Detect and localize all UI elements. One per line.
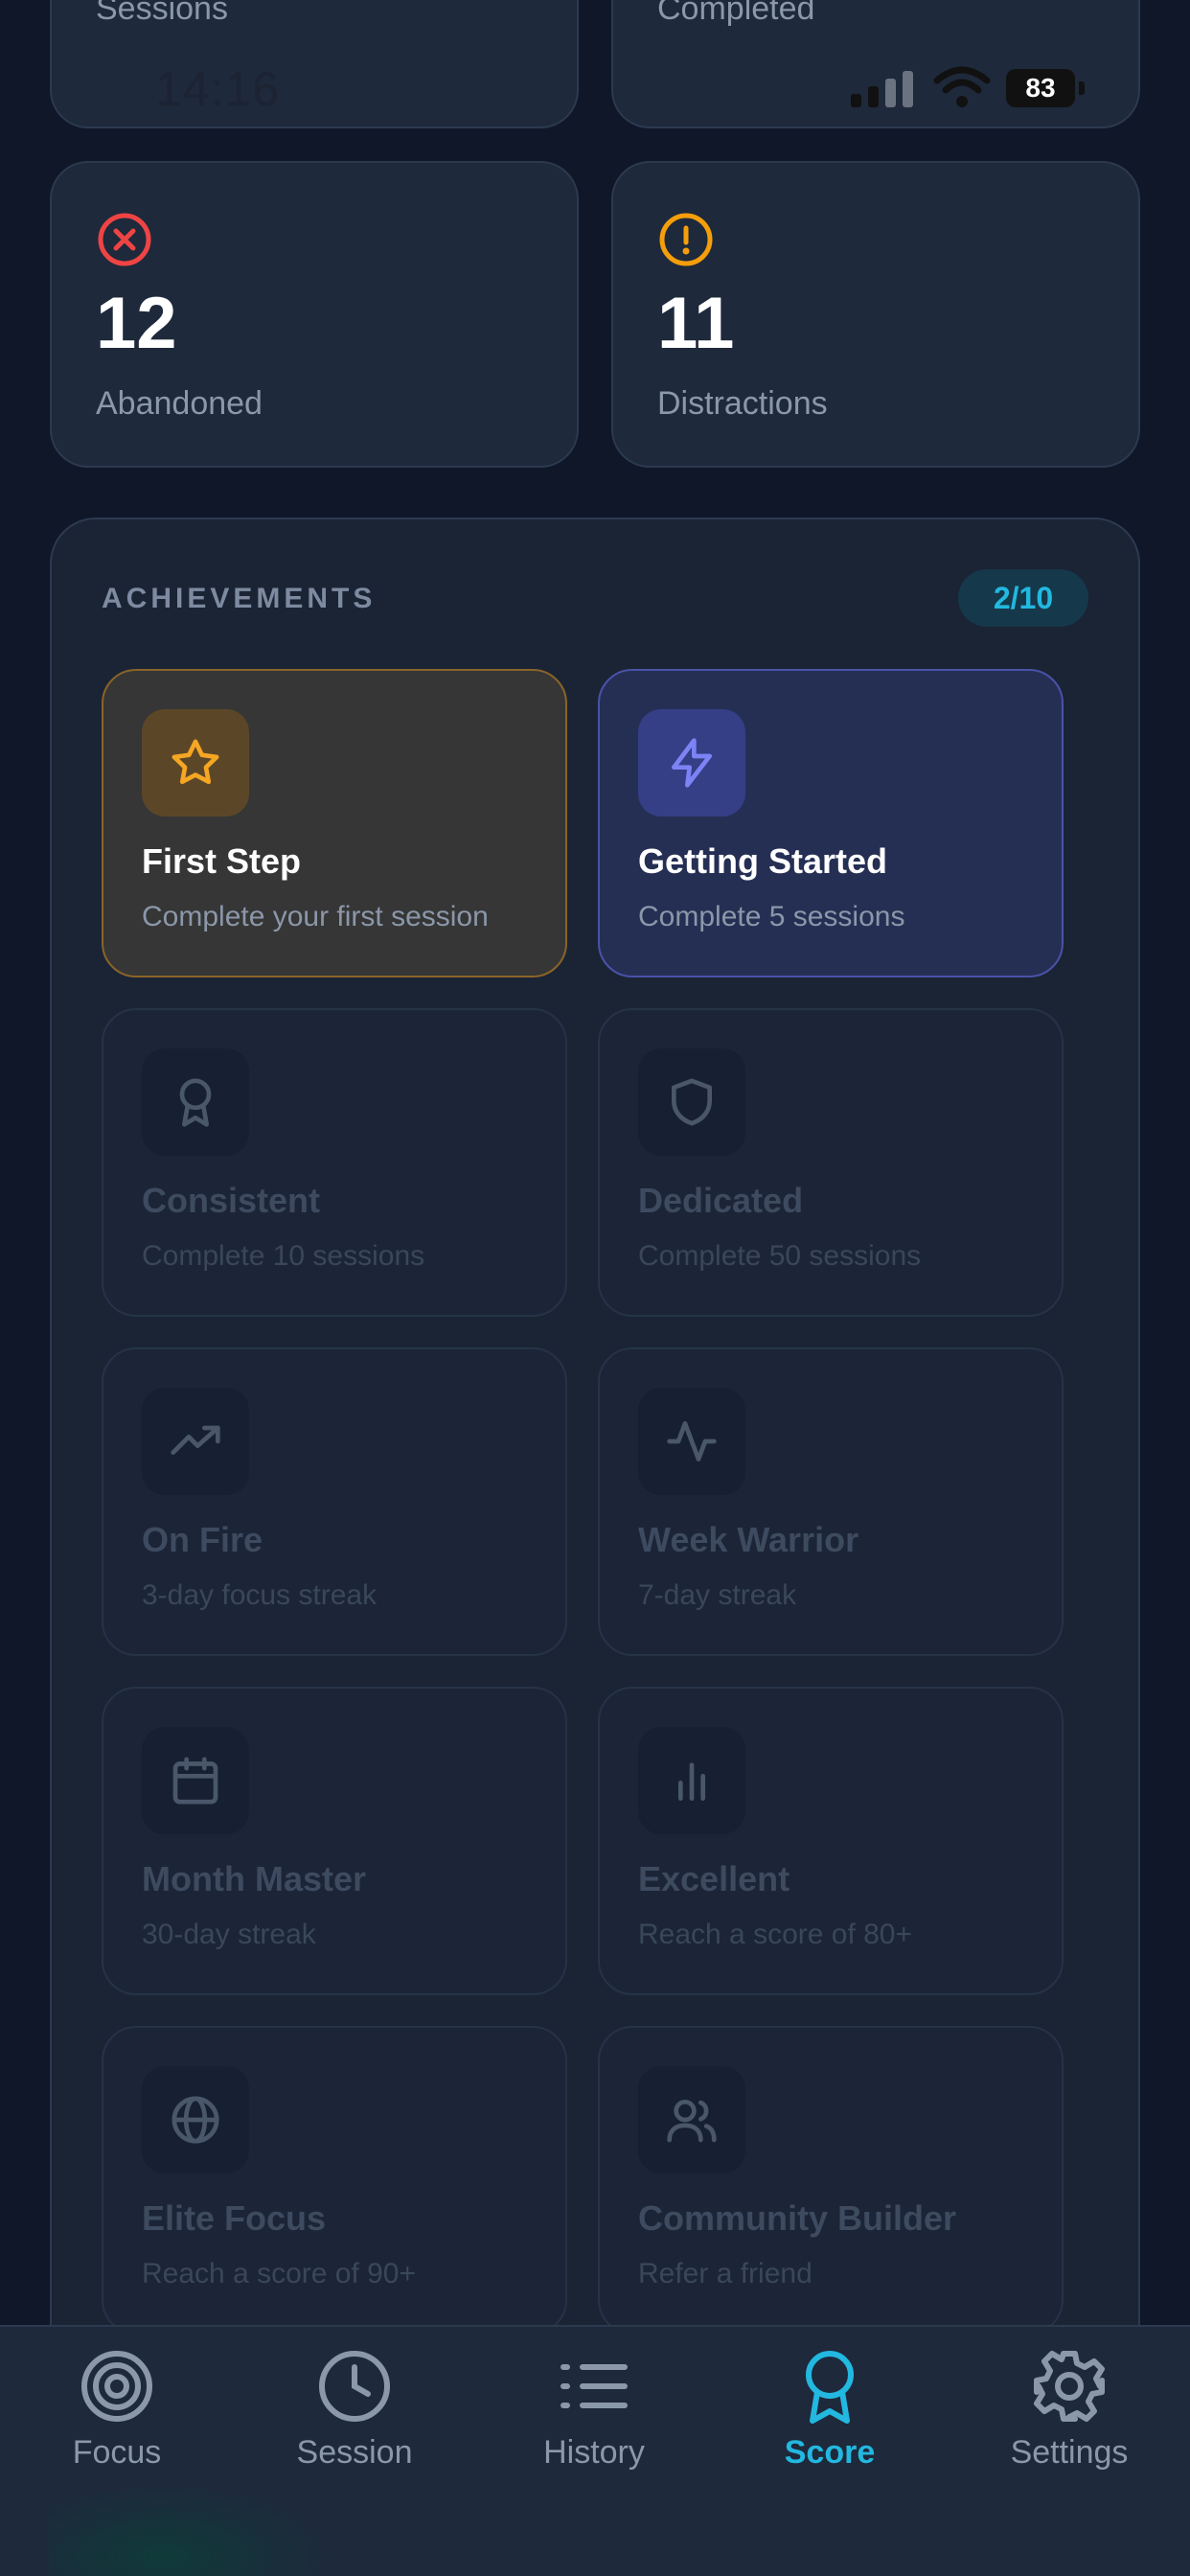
stat-label: Distractions <box>657 385 828 422</box>
status-time: 14:16 <box>155 62 281 116</box>
achievement-elite-focus[interactable]: Elite Focus Reach a score of 90+ <box>102 2026 567 2334</box>
signal-icon <box>851 71 918 107</box>
globe-icon <box>172 2096 219 2144</box>
achievement-name: First Step <box>142 841 302 881</box>
stat-card-distractions: 11 Distractions <box>611 161 1140 468</box>
target-icon <box>81 2351 152 2422</box>
activity-icon <box>667 1421 717 1461</box>
home-indicator-glow <box>48 2482 335 2576</box>
achievement-icon-box <box>638 2066 745 2174</box>
tab-label: Focus <box>72 2434 162 2471</box>
tab-focus[interactable]: Focus <box>21 2348 213 2492</box>
achievement-month-master[interactable]: Month Master 30-day streak <box>102 1687 567 1995</box>
bar-chart-icon <box>678 1762 705 1801</box>
achievement-community-builder[interactable]: Community Builder Refer a friend <box>598 2026 1064 2334</box>
status-icons: 83 <box>851 65 1090 113</box>
achievement-icon-box <box>142 2066 249 2174</box>
achievement-icon-box <box>142 1388 249 1495</box>
stat-card-abandoned: 12 Abandoned <box>50 161 579 468</box>
achievement-excellent[interactable]: Excellent Reach a score of 80+ <box>598 1687 1064 1995</box>
achievement-on-fire[interactable]: On Fire 3-day focus streak <box>102 1347 567 1656</box>
achievement-name: Week Warrior <box>638 1520 859 1559</box>
achievement-icon-box <box>638 1727 745 1834</box>
tab-label: History <box>543 2434 645 2471</box>
achievement-desc: Complete 5 sessions <box>638 901 905 932</box>
achievement-icon-box <box>142 1048 249 1156</box>
gear-icon <box>1034 2351 1105 2422</box>
achievement-name: Getting Started <box>638 841 888 881</box>
stat-label: Abandoned <box>96 385 263 422</box>
achievement-name: Dedicated <box>638 1181 804 1220</box>
users-icon <box>667 2100 717 2143</box>
achievements-progress-badge: 2/10 <box>958 569 1088 627</box>
stat-label: Completed <box>657 0 815 27</box>
achievement-name: Excellent <box>638 1859 790 1898</box>
achievement-first-step[interactable]: First Step Complete your first session <box>102 669 567 978</box>
tab-settings[interactable]: Settings <box>973 2348 1165 2492</box>
score-screen: 21 Sessions 8 Completed 14:16 83 12 Aban… <box>0 0 1190 2576</box>
calendar-icon <box>172 1757 218 1805</box>
achievement-getting-started[interactable]: Getting Started Complete 5 sessions <box>598 669 1064 978</box>
award-icon <box>179 1078 212 1127</box>
achievement-desc: Complete 10 sessions <box>142 1240 425 1272</box>
wifi-icon <box>933 66 991 107</box>
battery-tip <box>1079 81 1085 95</box>
tab-label: Session <box>296 2434 413 2471</box>
x-circle-icon <box>98 213 151 266</box>
achievement-week-warrior[interactable]: Week Warrior 7-day streak <box>598 1347 1064 1656</box>
achievement-name: Consistent <box>142 1181 321 1220</box>
tab-label: Settings <box>1010 2434 1129 2471</box>
clock-icon <box>319 2351 390 2422</box>
stat-card-sessions: 21 Sessions <box>50 0 579 128</box>
achievement-desc: Reach a score of 80+ <box>638 1919 913 1950</box>
star-icon <box>172 739 219 785</box>
battery-icon: 83 <box>1006 69 1075 107</box>
tab-session[interactable]: Session <box>259 2348 450 2492</box>
trending-up-icon <box>171 1425 220 1455</box>
shield-icon <box>672 1078 712 1126</box>
achievement-name: On Fire <box>142 1520 263 1559</box>
achievement-icon-box <box>142 709 249 816</box>
achievement-icon-box <box>638 1048 745 1156</box>
achievement-desc: 3-day focus streak <box>142 1579 378 1611</box>
achievement-desc: Refer a friend <box>638 2258 812 2289</box>
achievement-desc: 7-day streak <box>638 1579 797 1611</box>
tab-label: Score <box>784 2434 876 2471</box>
stat-label: Sessions <box>96 0 228 27</box>
lightning-icon <box>672 738 712 788</box>
achievement-name: Elite Focus <box>142 2198 327 2238</box>
achievement-desc: Complete 50 sessions <box>638 1240 922 1272</box>
achievement-consistent[interactable]: Consistent Complete 10 sessions <box>102 1008 567 1317</box>
achievement-icon-box <box>142 1727 249 1834</box>
stat-value: 11 <box>657 283 735 364</box>
achievements-title: ACHIEVEMENTS <box>102 583 377 614</box>
achievement-name: Month Master <box>142 1859 366 1898</box>
tab-history[interactable]: History <box>498 2348 690 2492</box>
tab-score[interactable]: Score <box>734 2348 926 2492</box>
award-icon <box>806 2351 854 2424</box>
achievement-icon-box <box>638 1388 745 1495</box>
achievement-desc: Complete your first session <box>142 901 489 932</box>
achievements-panel: ACHIEVEMENTS 2/10 First Step Complete yo… <box>50 518 1140 2576</box>
achievement-dedicated[interactable]: Dedicated Complete 50 sessions <box>598 1008 1064 1317</box>
achievement-desc: Reach a score of 90+ <box>142 2258 417 2289</box>
stat-value: 12 <box>96 283 177 364</box>
achievement-name: Community Builder <box>638 2198 957 2238</box>
list-icon <box>561 2364 628 2408</box>
achievement-icon-box <box>638 709 745 816</box>
achievement-desc: 30-day streak <box>142 1919 316 1950</box>
alert-circle-icon <box>659 213 713 266</box>
